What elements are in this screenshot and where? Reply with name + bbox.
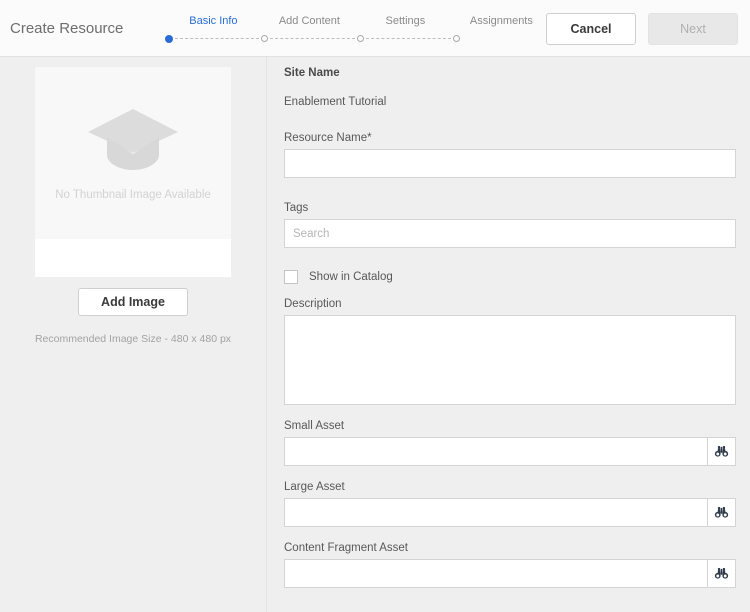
step-add-content[interactable]: Add Content [261,15,357,44]
large-asset-input[interactable] [284,498,707,527]
binoculars-icon [714,568,729,579]
page-content: No Thumbnail Image Available Add Image R… [0,57,750,612]
thumbnail-card: No Thumbnail Image Available [35,67,231,277]
step-dot-active [165,34,174,43]
cancel-button[interactable]: Cancel [546,13,636,45]
site-name-value: Enablement Tutorial [284,96,387,108]
content-fragment-asset-browse-button[interactable] [707,559,736,588]
step-label: Add Content [278,14,340,27]
step-basic-info[interactable]: Basic Info [165,15,261,44]
step-assignments[interactable]: Assignments [453,15,549,44]
graduation-cap-icon [88,109,178,170]
form-pane: Site Name Enablement Tutorial Resource N… [267,57,750,612]
step-connector [270,37,356,40]
show-in-catalog-checkbox[interactable] [284,270,298,284]
thumbnail-empty-text: No Thumbnail Image Available [55,189,211,201]
content-fragment-asset-field: Content Fragment Asset [284,542,736,588]
add-image-row: Add Image [0,288,266,316]
add-image-button[interactable]: Add Image [78,288,188,316]
show-in-catalog-label: Show in Catalog [309,271,393,283]
next-button[interactable]: Next [648,13,738,45]
step-label: Assignments [469,14,533,27]
description-label: Description [284,298,342,310]
small-asset-browse-button[interactable] [707,437,736,466]
resource-name-input[interactable] [284,149,736,178]
content-fragment-asset-label: Content Fragment Asset [284,542,409,554]
description-field: Description [284,298,736,405]
tags-label: Tags [284,202,309,214]
binoculars-icon [714,507,729,518]
resource-name-label: Resource Name* [284,132,372,144]
thumbnail-placeholder: No Thumbnail Image Available [35,67,231,239]
content-fragment-asset-input[interactable] [284,559,707,588]
tags-search-input[interactable] [284,219,736,248]
app-header: Create Resource Basic Info Add Content S… [0,0,750,57]
step-connector [366,37,452,40]
step-label: Settings [385,14,426,27]
large-asset-browse-button[interactable] [707,498,736,527]
binoculars-icon [714,446,729,457]
step-settings[interactable]: Settings [357,15,453,44]
wizard-stepper: Basic Info Add Content Settings Assignme… [165,15,549,44]
thumbnail-pane: No Thumbnail Image Available Add Image R… [0,57,267,612]
page-title: Create Resource [10,19,124,37]
step-dot-inactive [261,35,269,42]
site-name-label: Site Name [284,67,340,79]
description-textarea[interactable] [284,315,736,405]
large-asset-field: Large Asset [284,481,736,527]
step-dot-inactive [453,35,461,42]
step-connector [175,37,260,40]
small-asset-input[interactable] [284,437,707,466]
large-asset-label: Large Asset [284,481,345,493]
header-actions: Cancel Next [546,13,738,45]
small-asset-label: Small Asset [284,420,345,432]
show-in-catalog-row[interactable]: Show in Catalog [284,270,736,284]
tags-field: Tags [284,202,736,248]
resource-name-field: Resource Name* [284,132,736,178]
recommended-image-size-text: Recommended Image Size - 480 x 480 px [34,333,232,345]
step-dot-inactive [357,35,365,42]
step-label: Basic Info [189,14,238,27]
small-asset-field: Small Asset [284,420,736,466]
